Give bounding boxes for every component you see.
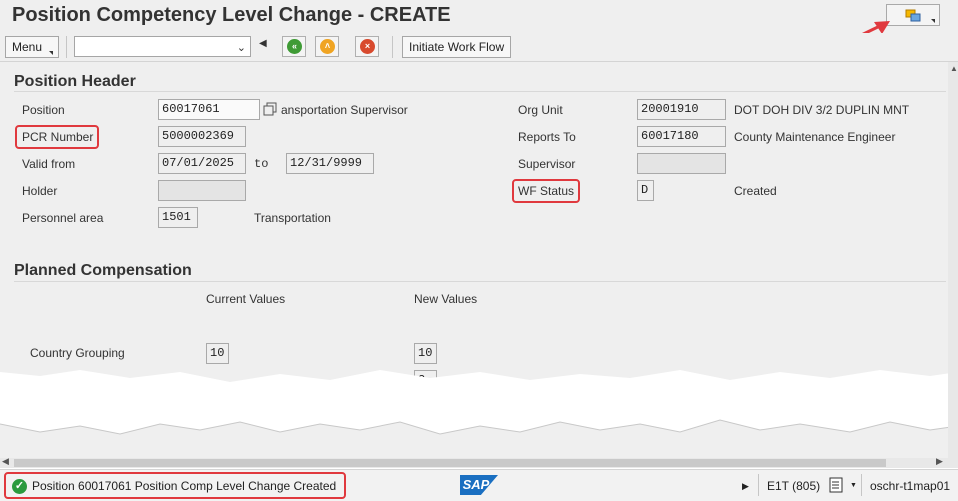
reports-to-label: Reports To [518,130,576,144]
new-values-header: New Values [414,292,478,306]
copy-icon[interactable] [263,102,277,116]
toolbar-separator [66,36,67,58]
scrollbar-thumb[interactable] [14,459,886,467]
valid-from-field[interactable]: 07/01/2025 [158,153,246,174]
exit-icon: ˄ [320,39,335,54]
position-text: ansportation Supervisor [281,103,408,117]
back-icon: « [287,39,302,54]
reports-to-field[interactable]: 60017180 [637,126,726,147]
valid-from-label: Valid from [22,157,76,171]
valid-to-field[interactable]: 12/31/9999 [286,153,374,174]
command-field[interactable]: ⌄ [74,36,251,57]
back-button[interactable]: « [282,36,306,57]
chevron-left-icon[interactable]: ◀ [259,38,267,49]
position-label: Position [22,103,65,117]
vertical-scrollbar[interactable]: ▲ [948,62,958,458]
sap-logo: SAP [460,475,498,495]
success-check-icon: ✓ [12,479,27,494]
org-unit-field[interactable]: 20001910 [637,99,726,120]
cancel-icon: × [360,39,375,54]
divider [14,91,946,92]
position-header-heading: Position Header [14,73,136,90]
status-separator [758,474,759,496]
menu-dropdown-icon [49,51,53,55]
scroll-right-icon[interactable]: ▶ [936,456,943,467]
country-grouping-label: Country Grouping [30,346,125,360]
wf-status-field[interactable]: D [637,180,654,201]
wf-status-text: Created [734,184,777,198]
personnel-area-field[interactable]: 1501 [158,207,198,228]
status-separator [861,474,862,496]
supervisor-label: Supervisor [518,157,576,171]
menu-button-label: Menu [12,40,43,54]
system-info[interactable]: E1T (805) [767,479,820,493]
exit-button[interactable]: ˄ [315,36,339,57]
server-name: oschr-t1map01 [870,479,951,493]
org-unit-label: Org Unit [518,103,563,117]
toolbar-separator [392,36,393,58]
supervisor-field[interactable] [637,153,726,174]
help-button[interactable] [886,4,940,26]
to-label: to [254,157,269,171]
page-title: Position Competency Level Change - CREAT… [12,4,451,26]
system-dropdown-icon[interactable]: ▼ [850,482,857,489]
horizontal-scrollbar[interactable]: ◀ ▶ [0,456,958,468]
system-list-icon[interactable] [829,477,845,493]
position-field[interactable]: 60017061 [158,99,260,120]
wf-status-label: WF Status [518,184,575,198]
scroll-left-icon[interactable]: ◀ [2,456,9,467]
status-bar: ✓ Position 60017061 Position Comp Level … [0,469,958,501]
help-chat-icon [905,9,921,22]
scroll-up-icon[interactable]: ▲ [950,64,958,73]
planned-compensation-heading: Planned Compensation [14,262,192,279]
cancel-button[interactable]: × [355,36,379,57]
pcr-number-label: PCR Number [22,130,94,144]
chevron-down-icon[interactable]: ⌄ [237,41,246,54]
org-unit-text: DOT DOH DIV 3/2 DUPLIN MNT [734,103,910,117]
holder-field[interactable] [158,180,246,201]
torn-edge-overlay [0,370,958,435]
status-message[interactable]: Position 60017061 Position Comp Level Ch… [32,479,336,493]
application-toolbar: Menu ⌄ ◀ « ˄ × Initiate Work Flow [0,33,958,62]
menu-button[interactable]: Menu [5,36,59,58]
help-dropdown-icon [931,19,935,23]
personnel-area-label: Personnel area [22,211,104,225]
reports-to-text: County Maintenance Engineer [734,130,896,144]
current-values-header: Current Values [206,292,286,306]
initiate-workflow-button[interactable]: Initiate Work Flow [402,36,512,58]
personnel-area-text: Transportation [254,211,331,225]
divider [14,281,946,282]
status-expand-icon[interactable]: ▶ [742,481,749,492]
pcr-number-field[interactable]: 5000002369 [158,126,246,147]
holder-label: Holder [22,184,58,198]
